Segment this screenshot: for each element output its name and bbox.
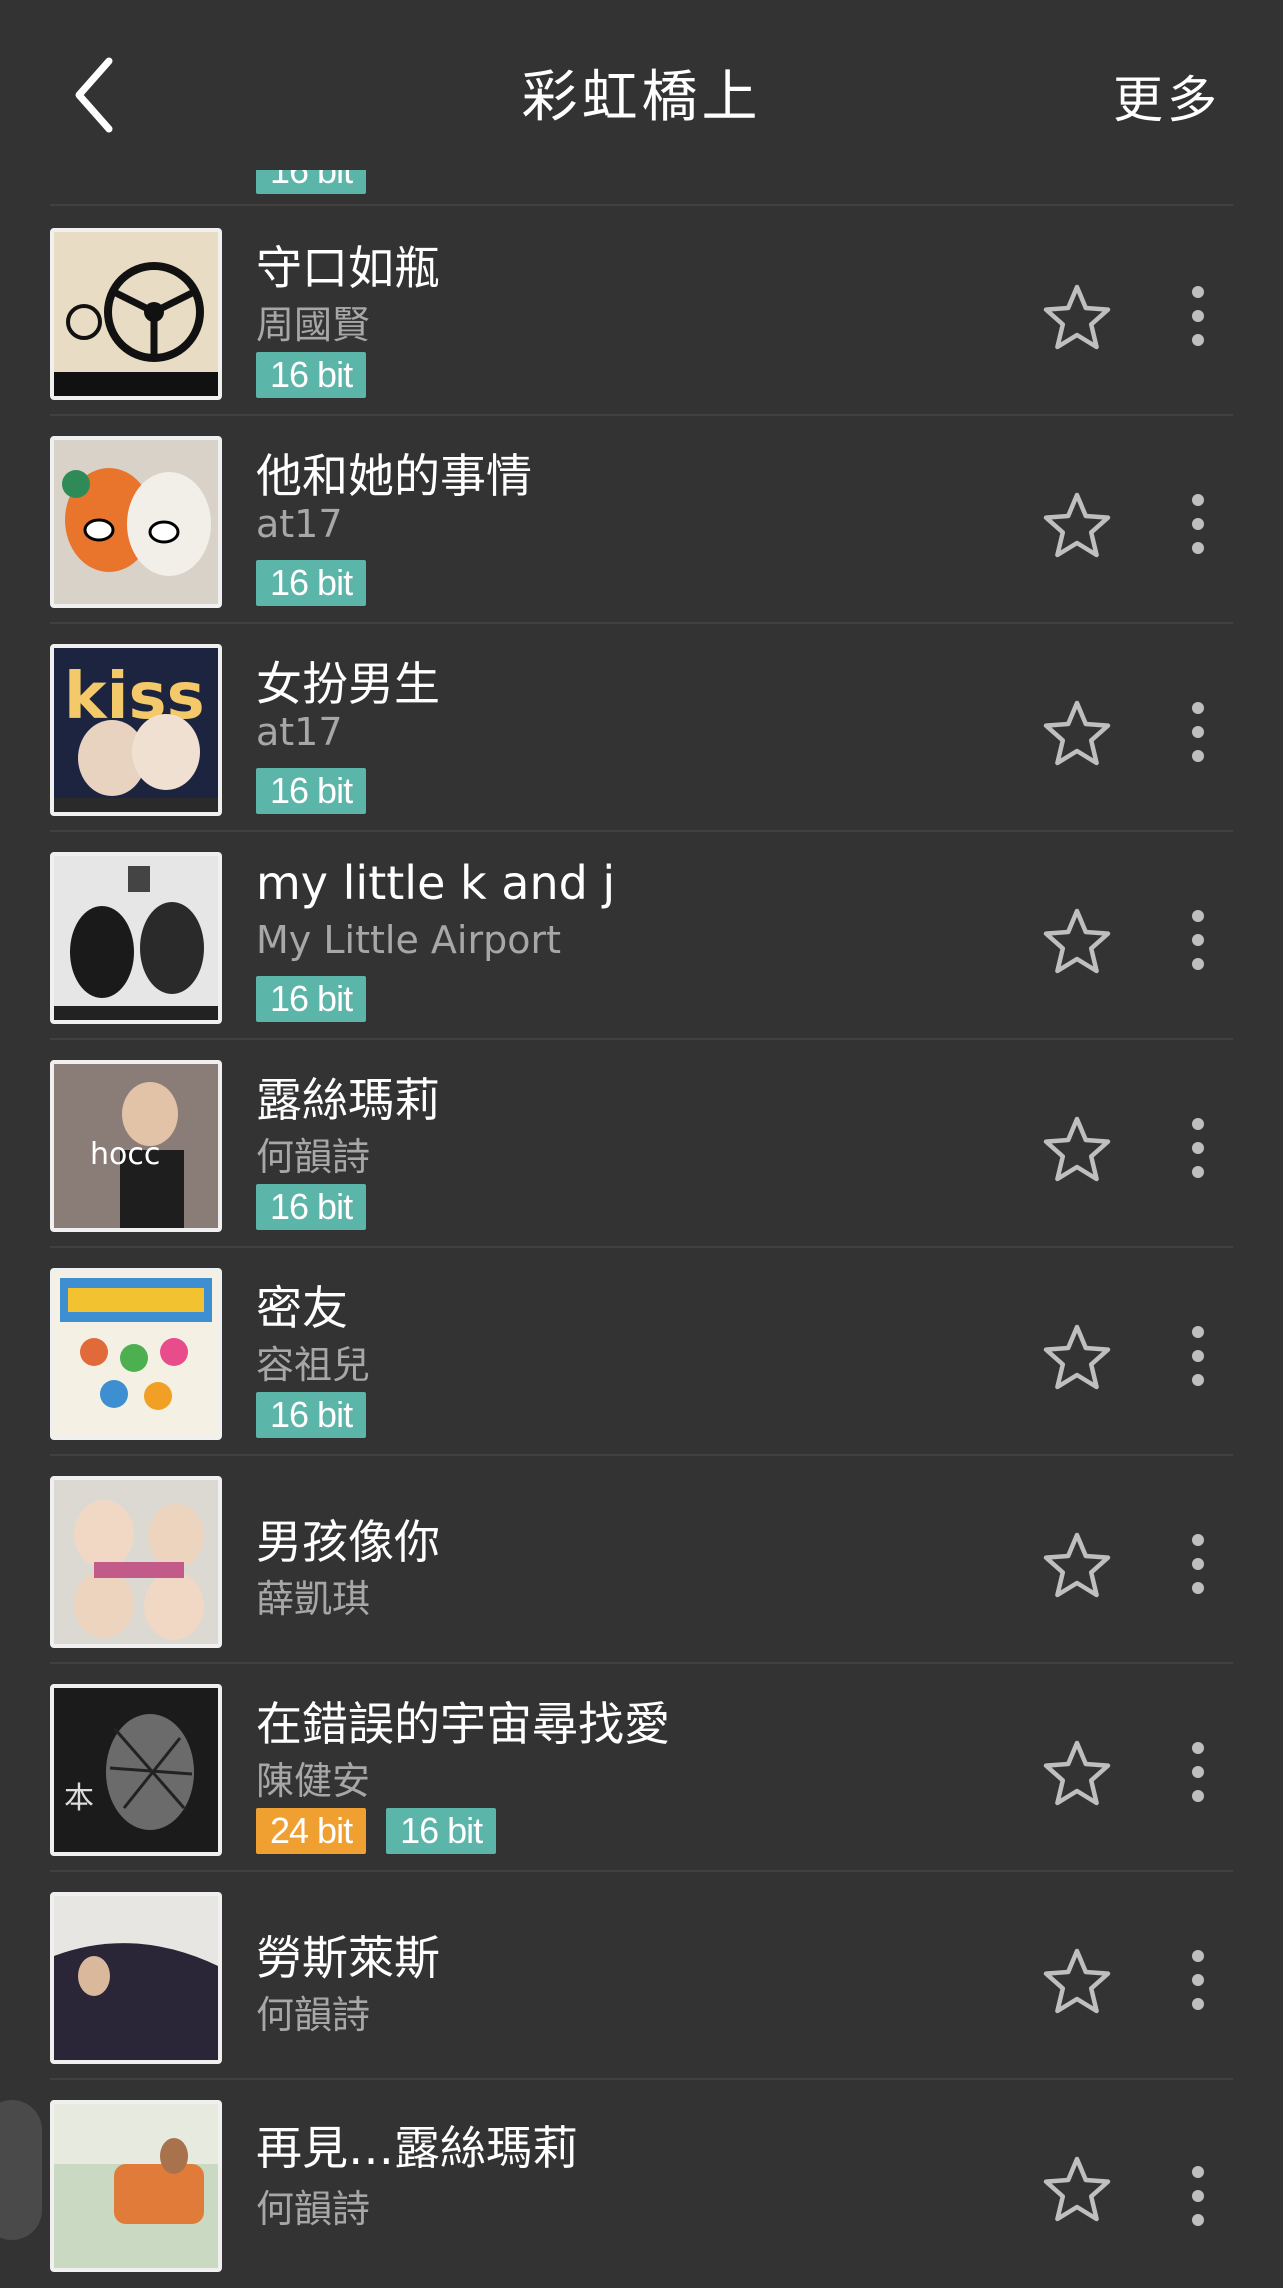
badge-group: 24 bit 16 bit: [256, 1808, 497, 1854]
track-artist: 陳健安: [256, 1759, 371, 1803]
favorite-star-icon[interactable]: [1040, 2154, 1114, 2228]
more-options-icon[interactable]: [1180, 2164, 1216, 2228]
track-title: 守口如瓶: [256, 241, 440, 295]
badge-group: 16 bit: [256, 352, 367, 398]
list-item[interactable]: kiss 女扮男生 at17 16 bit: [0, 624, 1283, 832]
track-artist: 容祖兒: [256, 1343, 371, 1387]
more-options-icon[interactable]: [1180, 1116, 1216, 1180]
track-artist: 薛凱琪: [256, 1577, 371, 1621]
track-artist: My Little Airport: [256, 918, 561, 962]
divider: [50, 204, 1233, 206]
album-cover: [50, 852, 222, 1024]
favorite-star-icon[interactable]: [1040, 1322, 1114, 1396]
more-options-icon[interactable]: [1180, 908, 1216, 972]
track-title: 男孩像你: [256, 1515, 440, 1569]
list-item[interactable]: 男孩像你 薛凱琪: [0, 1456, 1283, 1664]
quality-badge: 16 bit: [256, 560, 367, 606]
favorite-star-icon[interactable]: [1040, 490, 1114, 564]
badge-group: 16 bit: [256, 768, 367, 814]
album-cover: [50, 228, 222, 400]
track-title: 密友: [256, 1281, 348, 1335]
track-title: 露絲瑪莉: [256, 1073, 440, 1127]
more-options-icon[interactable]: [1180, 492, 1216, 556]
favorite-star-icon[interactable]: [1040, 1946, 1114, 2020]
list-item[interactable]: 勞斯萊斯 何韻詩: [0, 1872, 1283, 2080]
page-title: 彩虹橋上: [521, 65, 762, 130]
album-cover: [50, 1892, 222, 2064]
badge-group: 16 bit: [256, 1184, 367, 1230]
album-cover: hocc: [50, 1060, 222, 1232]
track-artist: at17: [256, 710, 343, 754]
list-item[interactable]: 本 在錯誤的宇宙尋找愛 陳健安 24 bit 16 bit: [0, 1664, 1283, 1872]
track-title: 他和她的事情: [256, 449, 532, 503]
favorite-star-icon[interactable]: [1040, 1530, 1114, 1604]
more-options-icon[interactable]: [1180, 284, 1216, 348]
favorite-star-icon[interactable]: [1040, 1738, 1114, 1812]
track-title: 女扮男生: [256, 657, 440, 711]
scroll-handle[interactable]: [0, 2100, 42, 2240]
more-options-icon[interactable]: [1180, 700, 1216, 764]
list-item[interactable]: 他和她的事情 at17 16 bit: [0, 416, 1283, 624]
svg-text:hocc: hocc: [90, 1137, 160, 1172]
more-button[interactable]: 更多: [1113, 60, 1221, 132]
quality-badge: 16 bit: [256, 1184, 367, 1230]
quality-badge: 16 bit: [256, 1392, 367, 1438]
favorite-star-icon[interactable]: [1040, 698, 1114, 772]
album-cover: [50, 1268, 222, 1440]
list-item[interactable]: 密友 容祖兒 16 bit: [0, 1248, 1283, 1456]
track-title: my little k and j: [256, 856, 616, 910]
album-cover: [50, 436, 222, 608]
track-artist: 何韻詩: [256, 2187, 371, 2231]
track-artist: 何韻詩: [256, 1135, 371, 1179]
list-item[interactable]: 守口如瓶 周國賢 16 bit: [0, 208, 1283, 416]
quality-badge: 16 bit: [256, 976, 367, 1022]
list-item[interactable]: my little k and j My Little Airport 16 b…: [0, 832, 1283, 1040]
badge-group: 16 bit: [256, 976, 367, 1022]
more-options-icon[interactable]: [1180, 1740, 1216, 1804]
svg-text:本: 本: [64, 1781, 94, 1816]
track-title: 再見…露絲瑪莉: [256, 2121, 578, 2175]
more-options-icon[interactable]: [1180, 1948, 1216, 2012]
list-item[interactable]: 再見…露絲瑪莉 何韻詩: [0, 2080, 1283, 2288]
more-options-icon[interactable]: [1180, 1324, 1216, 1388]
favorite-star-icon[interactable]: [1040, 1114, 1114, 1188]
quality-badge: 16 bit: [386, 1808, 497, 1854]
album-cover: [50, 2100, 222, 2272]
track-artist: at17: [256, 502, 343, 546]
quality-badge: 24 bit: [256, 1808, 367, 1854]
album-cover: 本: [50, 1684, 222, 1856]
track-title: 在錯誤的宇宙尋找愛: [256, 1697, 670, 1751]
quality-badge: 16 bit: [256, 352, 367, 398]
more-options-icon[interactable]: [1180, 1532, 1216, 1596]
quality-badge: 16 bit: [256, 768, 367, 814]
album-cover: kiss: [50, 644, 222, 816]
favorite-star-icon[interactable]: [1040, 282, 1114, 356]
list-item[interactable]: hocc 露絲瑪莉 何韻詩 16 bit: [0, 1040, 1283, 1248]
track-artist: 何韻詩: [256, 1993, 371, 2037]
badge-group: 16 bit: [256, 1392, 367, 1438]
album-cover: [50, 1476, 222, 1648]
badge-group: 16 bit: [256, 560, 367, 606]
track-title: 勞斯萊斯: [256, 1931, 440, 1985]
track-artist: 周國賢: [256, 303, 371, 347]
favorite-star-icon[interactable]: [1040, 906, 1114, 980]
top-bar: 彩虹橋上 更多: [0, 0, 1283, 170]
